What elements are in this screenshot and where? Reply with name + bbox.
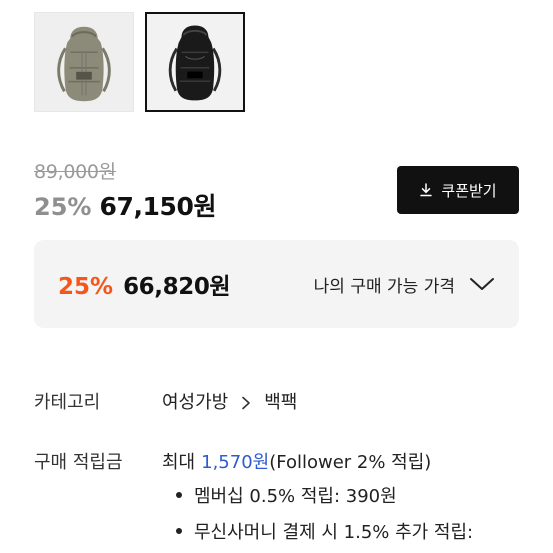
- points-suffix: (Follower 2% 적립): [269, 452, 432, 473]
- list-item: 무신사머니 결제 시 1.5% 추가 적립:: [176, 518, 473, 544]
- sale-price: 67,150원: [99, 192, 217, 221]
- chevron-down-icon[interactable]: [469, 276, 495, 292]
- points-prefix: 최대: [162, 452, 196, 473]
- download-icon: [419, 183, 433, 197]
- coupon-download-button[interactable]: 쿠폰받기: [397, 166, 519, 214]
- my-price-rate: 25%: [58, 274, 114, 300]
- my-price-amount: 66,820원: [123, 274, 231, 300]
- original-price: 89,000원: [34, 161, 116, 183]
- points-detail-list: 멤버십 0.5% 적립: 390원 무신사머니 결제 시 1.5% 추가 적립:: [176, 482, 473, 553]
- list-item-text: 무신사머니 결제 시 1.5% 추가 적립:: [194, 522, 474, 543]
- sale-rate: 25%: [34, 193, 92, 221]
- points-amount: 1,570원: [201, 452, 270, 473]
- thumbnail-black-backpack[interactable]: [145, 12, 245, 112]
- bullet-dot: [176, 528, 182, 534]
- my-price-values: 25% 66,820원: [58, 267, 231, 301]
- chevron-right-icon: [240, 394, 252, 410]
- backpack-image: [147, 14, 243, 110]
- category-breadcrumb: 여성가방 백팩: [162, 388, 297, 414]
- points-label: 구매 적립금: [34, 452, 123, 473]
- list-item-text: 멤버십 0.5% 적립: 390원: [194, 486, 397, 507]
- my-price-box[interactable]: 25% 66,820원 나의 구매 가능 가격: [34, 240, 519, 328]
- thumbnail-list: [34, 12, 245, 112]
- coupon-button-label: 쿠폰받기: [441, 181, 497, 200]
- bullet-dot: [176, 492, 182, 498]
- my-price-toggle[interactable]: 나의 구매 가능 가격: [314, 272, 495, 297]
- category-row: 카테고리 여성가방 백팩: [34, 388, 297, 414]
- category-parent-link[interactable]: 여성가방: [162, 388, 228, 414]
- list-item: 멤버십 0.5% 적립: 390원: [176, 482, 473, 508]
- thumbnail-khaki-backpack[interactable]: [34, 12, 134, 112]
- category-child-link[interactable]: 백팩: [264, 388, 297, 414]
- points-value: 최대 1,570원 (Follower 2% 적립): [162, 448, 431, 474]
- my-price-label: 나의 구매 가능 가격: [313, 276, 455, 297]
- sale-price-row: 25% 67,150원: [34, 187, 217, 223]
- points-row: 구매 적립금 최대 1,570원 (Follower 2% 적립): [34, 448, 431, 474]
- category-label: 카테고리: [34, 392, 101, 413]
- backpack-image: [35, 13, 133, 111]
